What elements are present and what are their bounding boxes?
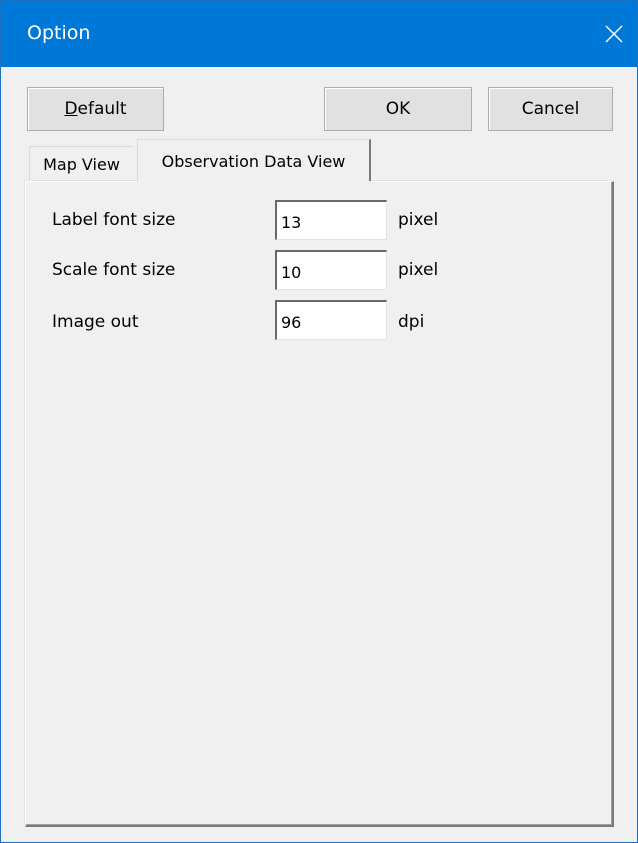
cancel-button[interactable]: Cancel xyxy=(488,87,613,131)
label-font-size-input[interactable] xyxy=(275,200,387,240)
title-bar[interactable]: Option xyxy=(1,1,637,67)
tab-map-view-label: Map View xyxy=(43,155,120,174)
close-button[interactable] xyxy=(591,1,637,67)
ok-button[interactable]: OK xyxy=(324,87,472,131)
image-out-unit: dpi xyxy=(398,312,425,332)
image-out-label: Image out xyxy=(52,312,139,332)
cancel-button-label: Cancel xyxy=(521,99,580,119)
ok-button-label: OK xyxy=(385,99,411,119)
option-dialog: Option Default OK Cancel Map View Observ… xyxy=(0,0,638,843)
tab-observation-data-view-label: Observation Data View xyxy=(161,151,346,171)
label-font-size-unit: pixel xyxy=(398,210,439,230)
close-icon xyxy=(605,25,623,43)
scale-font-size-input[interactable] xyxy=(275,250,387,290)
default-button[interactable]: Default xyxy=(27,87,164,131)
image-out-input[interactable] xyxy=(275,300,387,340)
window-title: Option xyxy=(27,22,91,44)
tab-map-view[interactable]: Map View xyxy=(29,146,133,182)
label-font-size-label: Label font size xyxy=(52,210,176,230)
default-button-label: efault xyxy=(77,99,127,119)
tab-observation-data-view[interactable]: Observation Data View xyxy=(137,139,371,184)
scale-font-size-unit: pixel xyxy=(398,260,439,280)
default-button-mnemonic: D xyxy=(64,99,78,119)
scale-font-size-label: Scale font size xyxy=(52,260,176,280)
